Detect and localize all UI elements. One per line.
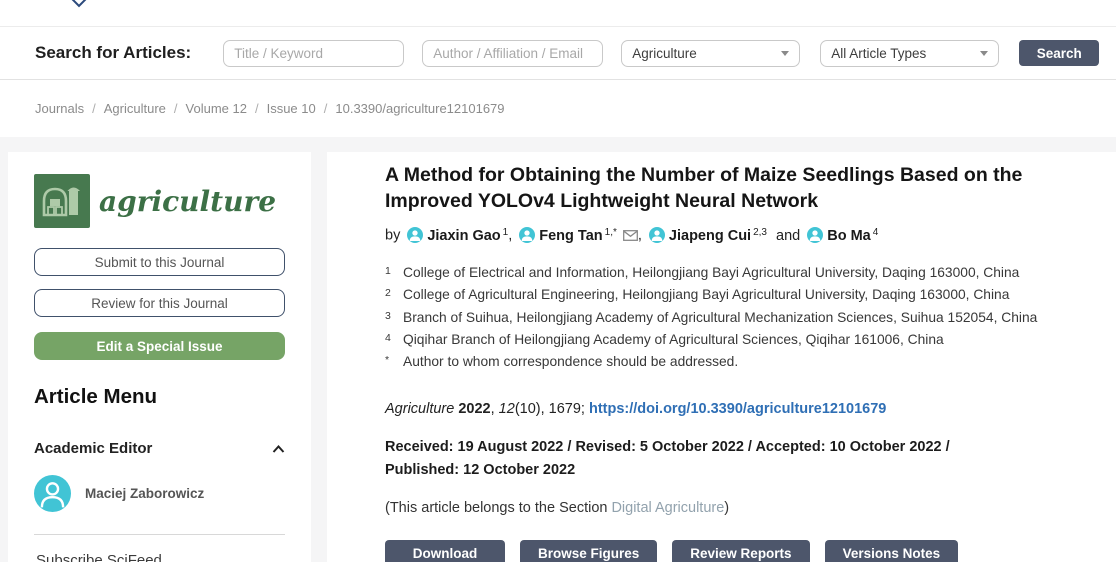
sidebar: agriculture Submit to this Journal Revie…: [8, 152, 311, 562]
versions-notes-button[interactable]: Versions Notes: [825, 540, 959, 562]
author-chip[interactable]: Feng Tan1,*: [512, 228, 617, 244]
page-content: agriculture Submit to this Journal Revie…: [0, 137, 1116, 562]
affiliation-row: * Author to whom correspondence should b…: [385, 351, 1085, 373]
affiliation-text: College of Agricultural Engineering, Hei…: [403, 284, 1009, 306]
section-link[interactable]: Digital Agriculture: [611, 500, 724, 516]
citation-year: 2022: [458, 401, 490, 417]
academic-editor-row: Maciej Zaborowicz: [34, 475, 285, 512]
breadcrumb-issue[interactable]: Issue 10: [267, 101, 316, 116]
breadcrumb-doi[interactable]: 10.3390/agriculture12101679: [335, 101, 504, 116]
affiliation-row: 3 Branch of Suihua, Heilongjiang Academy…: [385, 307, 1085, 329]
journal-wordmark: agriculture: [99, 185, 276, 218]
article-card: A Method for Obtaining the Number of Mai…: [327, 152, 1116, 562]
article-menu-title: Article Menu: [34, 385, 285, 409]
citation-line: Agriculture 2022, 12(10), 1679; https://…: [385, 401, 1086, 417]
article-type-select[interactable]: All Article Types: [820, 40, 999, 67]
section-note: (This article belongs to the SectionDigi…: [385, 500, 1086, 516]
affiliation-row: 2 College of Agricultural Engineering, H…: [385, 284, 1085, 306]
affiliation-text: Author to whom correspondence should be …: [403, 351, 738, 373]
affiliation-sup: *: [385, 349, 403, 371]
title-keyword-input[interactable]: [223, 40, 404, 67]
author-avatar-icon: [807, 227, 823, 243]
breadcrumb-separator: /: [174, 101, 178, 116]
academic-editor-toggle[interactable]: Academic Editor: [34, 440, 285, 457]
breadcrumb-separator: /: [324, 101, 328, 116]
author-avatar-icon: [519, 227, 535, 243]
article-dates: Received: 19 August 2022 / Revised: 5 Oc…: [385, 436, 1086, 482]
editor-avatar[interactable]: [34, 475, 71, 512]
author-avatar-icon: [407, 227, 423, 243]
submit-journal-button[interactable]: Submit to this Journal: [34, 248, 285, 276]
section-note-suffix: ): [724, 500, 729, 516]
browse-figures-button[interactable]: Browse Figures: [520, 540, 657, 562]
author-sup: 4: [873, 227, 879, 238]
affiliation-text: Qiqihar Branch of Heilongjiang Academy o…: [403, 329, 944, 351]
author-sup: 1,*: [605, 227, 617, 238]
article-type-select-value: All Article Types: [831, 46, 926, 61]
affiliation-sup: 1: [385, 260, 403, 282]
section-note-prefix: (This article belongs to the Section: [385, 500, 607, 516]
chevron-up-icon: [272, 445, 285, 453]
review-reports-button[interactable]: Review Reports: [672, 540, 809, 562]
edit-special-issue-button[interactable]: Edit a Special Issue: [34, 332, 285, 360]
doi-link[interactable]: https://doi.org/10.3390/agriculture12101…: [589, 401, 886, 417]
author-sup: 2,3: [753, 227, 767, 238]
citation-issue-pages: (10), 1679;: [515, 401, 589, 417]
affiliation-sup: 2: [385, 282, 403, 304]
dates-line-1: Received: 19 August 2022 / Revised: 5 Oc…: [385, 436, 1086, 459]
affiliation-sup: 3: [385, 305, 403, 327]
author-name: Jiaxin Gao: [427, 228, 500, 244]
author-byline: byJiaxin Gao1,Feng Tan1,*,Jiapeng Cui2,3…: [385, 227, 1086, 244]
author-avatar-icon: [649, 227, 665, 243]
download-button[interactable]: Download: [385, 540, 505, 562]
affiliation-row: 4 Qiqihar Branch of Heilongjiang Academy…: [385, 329, 1085, 351]
affiliation-sup: 4: [385, 327, 403, 349]
affiliation-text: Branch of Suihua, Heilongjiang Academy o…: [403, 307, 1037, 329]
breadcrumb-separator: /: [255, 101, 259, 116]
editor-name-link[interactable]: Maciej Zaborowicz: [85, 486, 204, 501]
top-bar: [0, 0, 1116, 27]
affiliation-text: College of Electrical and Information, H…: [403, 262, 1019, 284]
author-name: Feng Tan: [539, 228, 602, 244]
dates-line-2: Published: 12 October 2022: [385, 459, 1086, 482]
by-label: by: [385, 228, 400, 244]
citation-separator: ,: [491, 401, 499, 417]
article-action-buttons: Download Browse Figures Review Reports V…: [385, 540, 1086, 562]
breadcrumb-journals[interactable]: Journals: [35, 101, 84, 116]
search-bar: Search for Articles: Agriculture All Art…: [0, 27, 1116, 80]
author-affiliation-input[interactable]: [422, 40, 603, 67]
affiliation-row: 1 College of Electrical and Information,…: [385, 262, 1085, 284]
breadcrumb-agriculture[interactable]: Agriculture: [104, 101, 166, 116]
subscribe-scifeed-link[interactable]: Subscribe SciFeed: [34, 535, 285, 562]
affiliation-list: 1 College of Electrical and Information,…: [385, 262, 1085, 374]
academic-editor-label: Academic Editor: [34, 440, 152, 457]
citation-journal: Agriculture: [385, 401, 454, 417]
review-journal-button[interactable]: Review for this Journal: [34, 289, 285, 317]
journal-select[interactable]: Agriculture: [621, 40, 800, 67]
journal-logo[interactable]: agriculture: [34, 174, 285, 228]
chevron-down-icon: [980, 51, 988, 56]
author-chip[interactable]: Bo Ma4: [800, 228, 878, 244]
article-title: A Method for Obtaining the Number of Mai…: [385, 162, 1065, 214]
and-label: and: [776, 228, 800, 244]
breadcrumb-separator: /: [92, 101, 96, 116]
author-chip[interactable]: Jiapeng Cui2,3: [642, 228, 767, 244]
author-sup: 1: [503, 227, 509, 238]
author-name: Jiapeng Cui: [669, 228, 751, 244]
search-button[interactable]: Search: [1019, 40, 1099, 66]
journal-select-value: Agriculture: [632, 46, 697, 61]
breadcrumb: Journals / Agriculture / Volume 12 / Iss…: [0, 80, 1116, 137]
chevron-down-icon: [781, 51, 789, 56]
search-for-articles-label: Search for Articles:: [35, 43, 191, 63]
citation-volume: 12: [499, 401, 515, 417]
mdpi-logo-icon[interactable]: [68, 0, 91, 7]
breadcrumb-volume[interactable]: Volume 12: [186, 101, 247, 116]
agriculture-barn-icon: [34, 174, 90, 228]
author-name: Bo Ma: [827, 228, 871, 244]
author-chip[interactable]: Jiaxin Gao1: [400, 228, 508, 244]
email-icon[interactable]: [623, 230, 638, 241]
